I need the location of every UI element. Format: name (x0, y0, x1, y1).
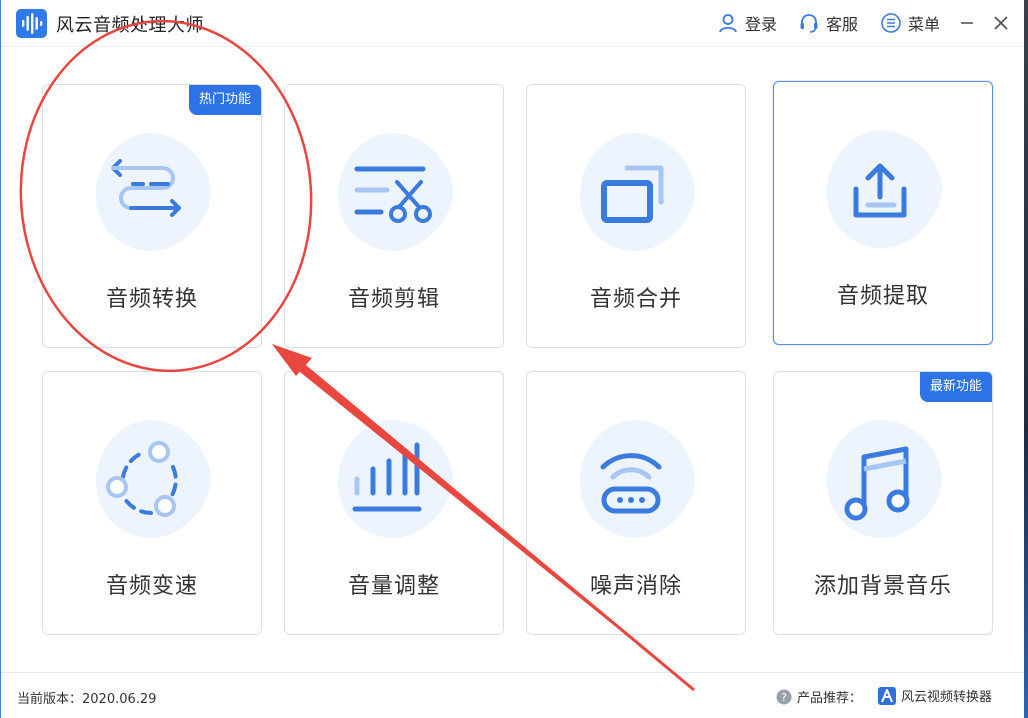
close-button[interactable] (988, 9, 1014, 37)
noise-wifi-icon (579, 420, 695, 539)
recommend-label-text: 产品推荐： (797, 691, 863, 706)
feature-card-audio-trim[interactable]: 音频剪辑 (284, 84, 504, 348)
login-label: 登录 (745, 15, 778, 34)
feature-card-audio-extract[interactable]: 音频提取 (773, 81, 993, 345)
feature-card-audio-speed[interactable]: 音频变速 (42, 371, 262, 635)
new-feature-badge: 最新功能 (919, 372, 992, 402)
minimize-icon (961, 22, 973, 24)
volume-bars-icon (337, 420, 453, 539)
headset-icon (800, 14, 818, 33)
recommend-product-link[interactable]: 风云视频转换器 (878, 686, 992, 705)
feature-card-volume-adjust[interactable]: 音量调整 (284, 371, 504, 635)
menu-list-icon (881, 13, 901, 33)
feature-card-audio-merge[interactable]: 音频合并 (526, 84, 746, 348)
recommend-product-text: 风云视频转换器 (901, 690, 993, 705)
feature-label: 添加背景音乐 (813, 574, 952, 599)
menu-button[interactable]: 菜单 (880, 10, 940, 36)
video-converter-logo-icon (878, 686, 896, 705)
scissors-cut-icon (337, 133, 453, 252)
help-question-icon: ? (776, 689, 792, 704)
hot-feature-badge: 热门功能 (188, 85, 261, 115)
feature-label: 音频转换 (105, 287, 198, 312)
menu-label: 菜单 (908, 15, 941, 34)
feature-label: 音频提取 (836, 284, 929, 309)
upload-extract-icon (826, 130, 942, 249)
feature-card-noise-removal[interactable]: 噪声消除 (526, 371, 746, 635)
audio-wave-logo-icon (16, 9, 47, 38)
version-text: 当前版本：2020.06.29 (17, 692, 157, 707)
status-footer: 当前版本：2020.06.29 ? 产品推荐： 风云视频转换器 (1, 672, 1025, 718)
feature-label: 噪声消除 (589, 574, 682, 599)
feature-label: 音频合并 (589, 287, 682, 312)
support-label: 客服 (826, 15, 859, 34)
feature-label: 音频变速 (105, 574, 198, 599)
merge-windows-icon (579, 133, 695, 252)
speed-circle-icon (95, 420, 211, 539)
recommend-label: ? 产品推荐： (776, 687, 862, 706)
app-window: 风云音频处理大师 登录 客服 菜单 音频转换 热门功能 音频剪辑 音频合并 音频… (0, 0, 1028, 718)
user-icon (719, 14, 737, 33)
feature-card-audio-convert[interactable]: 音频转换 热门功能 (42, 84, 262, 348)
support-button[interactable]: 客服 (798, 10, 858, 36)
desktop-edge (1024, 0, 1028, 718)
svg-text:?: ? (781, 691, 787, 704)
convert-arrows-icon (95, 133, 211, 252)
login-button[interactable]: 登录 (717, 10, 777, 36)
music-note-icon (826, 420, 942, 539)
minimize-button[interactable] (954, 9, 980, 37)
feature-label: 音频剪辑 (347, 287, 440, 312)
feature-card-add-bgm[interactable]: 添加背景音乐 最新功能 (773, 371, 993, 635)
close-icon (994, 16, 1008, 30)
app-title: 风云音频处理大师 (56, 15, 204, 36)
title-bar: 风云音频处理大师 登录 客服 菜单 (1, 0, 1025, 47)
feature-label: 音量调整 (347, 574, 440, 599)
